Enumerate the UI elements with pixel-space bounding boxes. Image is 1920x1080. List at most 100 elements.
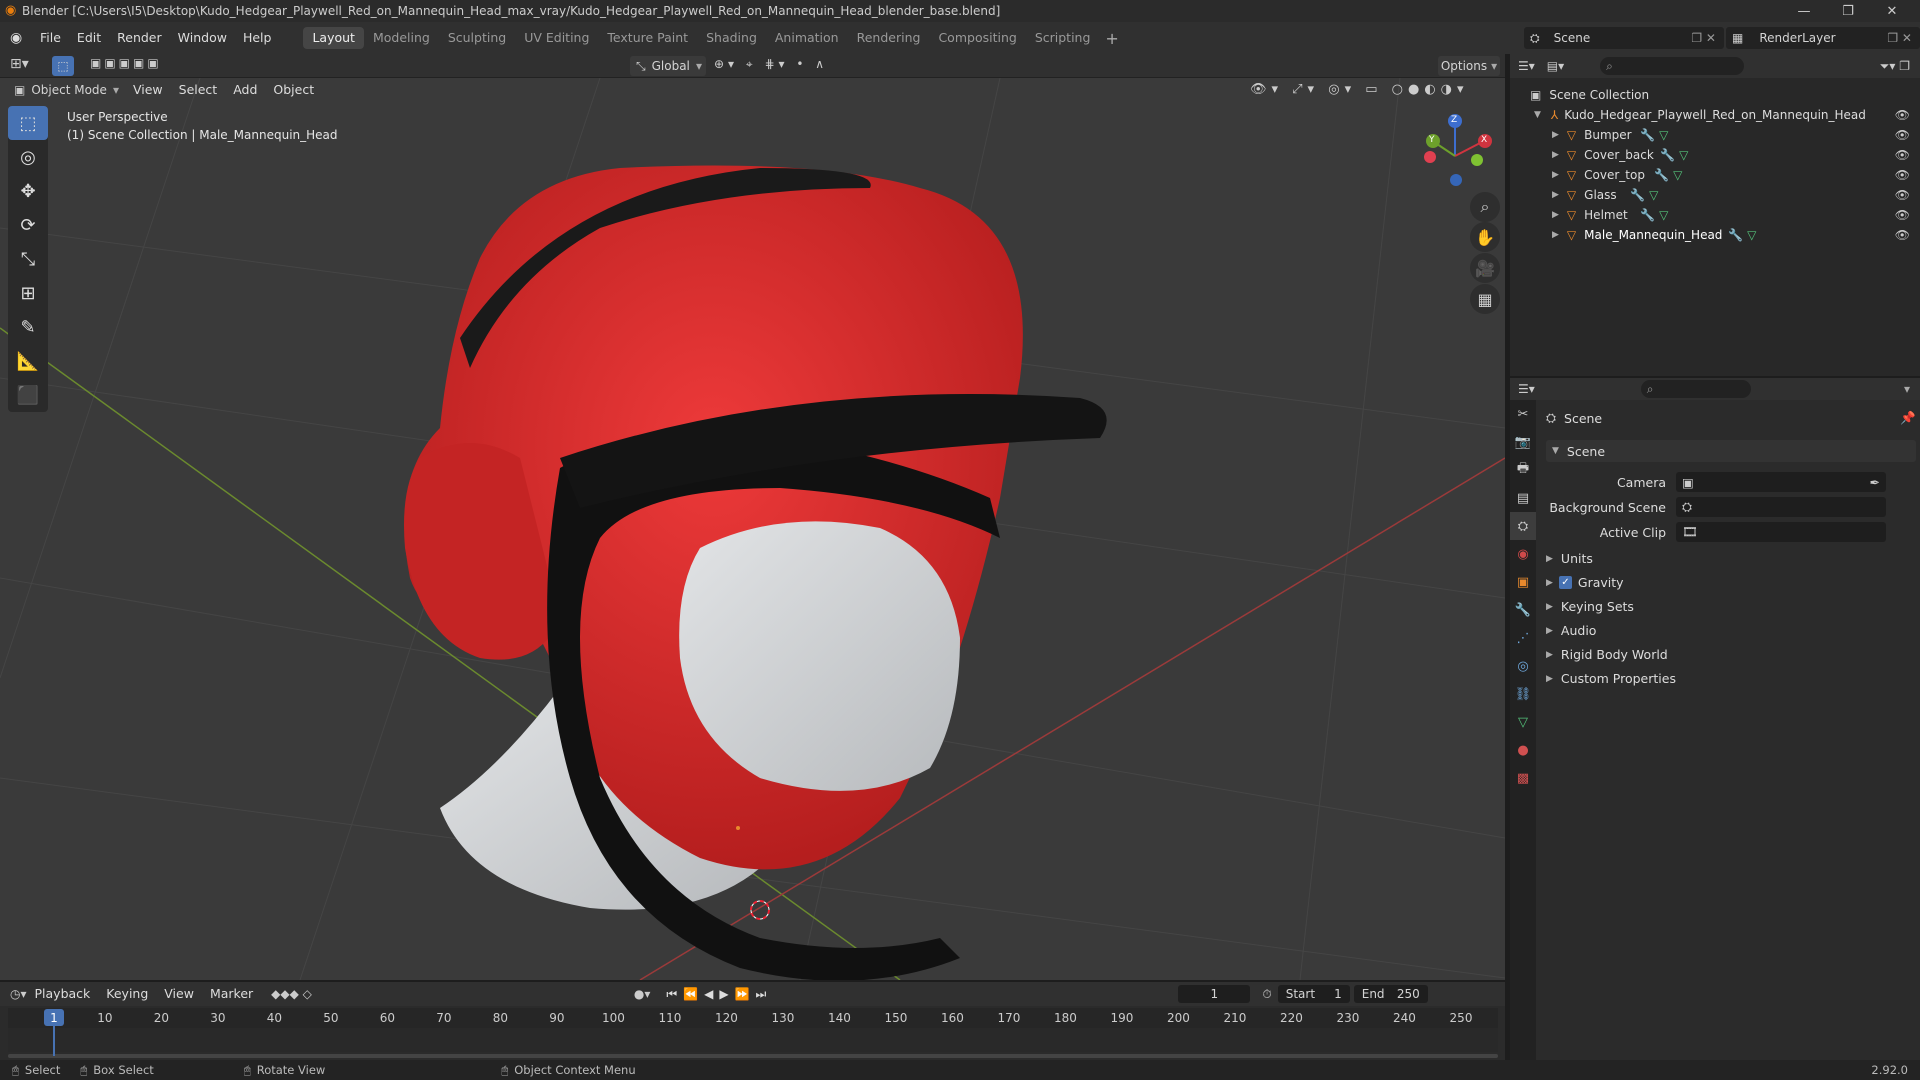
tab-shading[interactable]: Shading (697, 27, 766, 49)
tab-modeling[interactable]: Modeling (364, 27, 439, 49)
outliner-search-input[interactable]: ⌕ (1600, 57, 1745, 75)
frame-ruler[interactable] (8, 1008, 1498, 1028)
select-box-tool-icon[interactable]: ⬚ (8, 106, 48, 140)
panel-custom-properties[interactable]: ▶ Custom Properties (1546, 671, 1676, 686)
tab-uv-editing[interactable]: UV Editing (515, 27, 598, 49)
pin-icon[interactable]: 📌 (1900, 410, 1916, 426)
panel-rigid-body-world[interactable]: ▶ Rigid Body World (1546, 647, 1668, 662)
modifier-tab-icon[interactable]: 🔧 (1510, 596, 1536, 624)
camera-view-icon[interactable]: 🎥 (1470, 253, 1500, 283)
menu-help[interactable]: Help (235, 27, 280, 49)
select-tool-icon[interactable]: ⬚ (52, 56, 74, 76)
menu-edit[interactable]: Edit (69, 27, 109, 49)
pivot-snap-icons[interactable]: ⊕▾ ⌖ ⋕▾ • ∧ (714, 57, 828, 72)
expand-arrow-icon[interactable]: ▶ (1552, 230, 1559, 240)
editor-type-icon[interactable]: ⊞▾ (10, 56, 29, 72)
tool-tab-icon[interactable]: ✂ (1510, 400, 1536, 428)
visibility-eye-icon[interactable]: 👁 (1895, 128, 1910, 142)
3d-viewport[interactable]: Z X Y ▣ Object Mode ▾ View Select Add Ob… (0, 78, 1505, 980)
outliner-item-cover-top[interactable]: ▶ ▽ Cover_top 🔧 ▽ 👁 (1510, 165, 1920, 185)
render-layer-selector[interactable]: ▦ RenderLayer ❐ ✕ (1726, 27, 1920, 49)
material-tab-icon[interactable]: ● (1510, 736, 1536, 764)
tab-rendering[interactable]: Rendering (848, 27, 930, 49)
timeline-menu-view[interactable]: View (156, 983, 202, 1005)
output-tab-icon[interactable]: 🖶 (1510, 456, 1536, 484)
expand-arrow-icon[interactable]: ▶ (1552, 130, 1559, 140)
tab-texture-paint[interactable]: Texture Paint (598, 27, 697, 49)
move-tool-icon[interactable]: ✥ (8, 174, 48, 208)
visibility-eye-icon[interactable]: 👁 (1895, 168, 1910, 182)
panel-keying-sets[interactable]: ▶ Keying Sets (1546, 599, 1634, 614)
outliner-item-glass[interactable]: ▶ ▽ Glass 🔧 ▽ 👁 (1510, 185, 1920, 205)
mode-dropdown[interactable]: ▣ Object Mode ▾ (8, 80, 125, 100)
record-icon[interactable]: ●▾ (634, 987, 651, 1001)
minimize-icon[interactable]: — (1782, 0, 1826, 22)
maximize-icon[interactable]: ❐ (1826, 0, 1870, 22)
expand-arrow-icon[interactable]: ▶ (1552, 210, 1559, 220)
outliner-item-male-mannequin-head[interactable]: ▶ ▽ Male_Mannequin_Head 🔧 ▽ 👁 (1510, 225, 1920, 245)
menu-file[interactable]: File (32, 27, 69, 49)
select-mode-icons[interactable]: ▣▣▣▣▣ (90, 56, 162, 70)
display-mode-icon[interactable]: ▤▾ (1547, 59, 1564, 73)
timeline-menu-keying[interactable]: Keying (98, 983, 156, 1005)
menu-window[interactable]: Window (170, 27, 235, 49)
filter-icon[interactable]: ⏷▾ ❐ (1880, 59, 1910, 74)
blender-menu-icon[interactable]: ◉ (10, 30, 32, 46)
timeline-menu-marker[interactable]: Marker (202, 983, 261, 1005)
viewport-menu-select[interactable]: Select (171, 79, 226, 101)
expand-arrow-icon[interactable]: ▶ (1552, 190, 1559, 200)
scene-selector[interactable]: ⛭ Scene ❐ ✕ (1524, 27, 1724, 49)
panel-audio[interactable]: ▶ Audio (1546, 623, 1596, 638)
transform-tool-icon[interactable]: ⊞ (8, 276, 48, 310)
visibility-eye-icon[interactable]: 👁 (1895, 228, 1910, 242)
panel-gravity[interactable]: ▶ ✓ Gravity (1546, 575, 1624, 590)
active-clip-field[interactable]: 🎞 (1676, 522, 1886, 542)
texture-tab-icon[interactable]: ▩ (1510, 764, 1536, 792)
particles-tab-icon[interactable]: ⋰ (1510, 624, 1536, 652)
viewport-menu-add[interactable]: Add (225, 79, 265, 101)
tab-compositing[interactable]: Compositing (929, 27, 1025, 49)
render-layer-copy-icon[interactable]: ❐ ✕ (1887, 31, 1912, 45)
outliner-item-helmet[interactable]: ▶ ▽ Helmet 🔧 ▽ 👁 (1510, 205, 1920, 225)
timeline-scrollbar[interactable] (8, 1054, 1498, 1058)
scene-copy-icon[interactable]: ❐ ✕ (1691, 31, 1716, 45)
expand-arrow-icon[interactable]: ▶ (1552, 150, 1559, 160)
gravity-checkbox[interactable]: ✓ (1558, 576, 1572, 589)
visibility-eye-icon[interactable]: 👁 (1895, 208, 1910, 222)
zoom-icon[interactable]: ⌕ (1470, 192, 1500, 222)
timeline-editor-icon[interactable]: ◷▾ (10, 987, 27, 1001)
properties-editor-icon[interactable]: ☰▾ (1518, 382, 1535, 396)
outliner-item-bumper[interactable]: ▶ ▽ Bumper 🔧 ▽ 👁 (1510, 125, 1920, 145)
perspective-grid-icon[interactable]: ▦ (1470, 284, 1500, 314)
options-dropdown[interactable]: Options ▾ (1438, 56, 1500, 76)
transform-orientation-dropdown[interactable]: ⤡ Global ▾ (630, 56, 706, 76)
timeline-track-area[interactable] (8, 1028, 1498, 1052)
keyframe-icons[interactable]: ◆◆◆ ◇ (271, 987, 312, 1001)
close-icon[interactable]: ✕ (1870, 0, 1914, 22)
background-scene-field[interactable]: ⛭ (1676, 497, 1886, 517)
world-tab-icon[interactable]: ◉ (1510, 540, 1536, 568)
measure-tool-icon[interactable]: 📐 (8, 344, 48, 378)
data-tab-icon[interactable]: ▽ (1510, 708, 1536, 736)
panel-units[interactable]: ▶ Units (1546, 551, 1593, 566)
timeline-menu-playback[interactable]: Playback (27, 983, 99, 1005)
outliner-collection-row[interactable]: ▼ ⅄ Kudo_Hedgear_Playwell_Red_on_Mannequ… (1510, 105, 1920, 125)
properties-search-input[interactable]: ⌕ (1640, 380, 1751, 398)
stopwatch-icon[interactable]: ⏱ (1262, 987, 1271, 1002)
tab-scripting[interactable]: Scripting (1026, 27, 1100, 49)
navigation-gizmo[interactable] (1424, 114, 1492, 186)
outliner-scene-collection[interactable]: ▣ Scene Collection (1510, 85, 1920, 105)
expand-arrow-icon[interactable]: ▼ (1534, 110, 1541, 120)
viewport-menu-object[interactable]: Object (265, 79, 322, 101)
current-frame-field[interactable]: 1 (1178, 985, 1251, 1003)
cursor-tool-icon[interactable]: ◎ (8, 140, 48, 174)
end-frame-field[interactable]: End 250 (1353, 985, 1428, 1003)
playback-controls[interactable]: ⏮⏪◀▶⏩⏭ (666, 987, 772, 1002)
visibility-eye-icon[interactable]: 👁 (1895, 108, 1910, 122)
viewport-menu-view[interactable]: View (125, 79, 171, 101)
add-cube-tool-icon[interactable]: ⬛ (8, 378, 48, 412)
tab-sculpting[interactable]: Sculpting (439, 27, 515, 49)
outliner-item-cover-back[interactable]: ▶ ▽ Cover_back 🔧 ▽ 👁 (1510, 145, 1920, 165)
annotate-tool-icon[interactable]: ✎ (8, 310, 48, 344)
pan-hand-icon[interactable]: ✋ (1470, 222, 1500, 252)
